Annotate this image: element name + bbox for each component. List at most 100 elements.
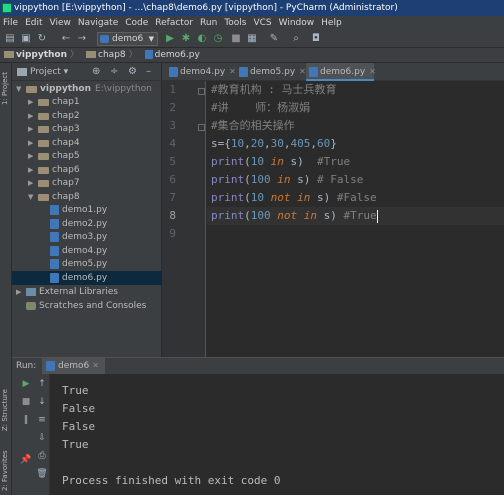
tree-folder-chap8[interactable]: ▼ chap8 — [12, 190, 162, 204]
save-icon[interactable]: ▣ — [20, 33, 32, 45]
debug-icon[interactable]: ✱ — [180, 33, 192, 45]
run-config-dropdown[interactable]: demo6 ▼ — [97, 32, 158, 46]
code-line-3: #集合的相关操作 — [211, 119, 295, 132]
tab-demo6[interactable]: demo6.py ✕ — [306, 63, 376, 81]
tree-folder-label: chap4 — [52, 138, 80, 148]
tree-file-demo6[interactable]: demo6.py — [12, 271, 162, 285]
console-output[interactable]: True False False True Process finished w… — [50, 374, 504, 495]
tree-folder-chap2[interactable]: ▶ chap2 — [12, 109, 162, 123]
line-number: 4 — [169, 137, 176, 150]
sync-icon[interactable]: ↻ — [36, 33, 48, 45]
tree-scratches[interactable]: Scratches and Consoles — [12, 299, 162, 313]
code-area[interactable]: #教育机构 : 马士兵教育 #讲 师：杨淑娟 #集合的相关操作 s={10,20… — [207, 81, 504, 357]
run-icon[interactable]: ▶ — [164, 33, 176, 45]
python-file-icon — [46, 361, 55, 371]
tree-root-path: E:\vippython — [95, 84, 152, 94]
favorites-tool-button[interactable]: 2: Favorites — [1, 450, 9, 491]
pause-icon[interactable]: ‖ — [20, 414, 32, 426]
close-icon[interactable]: ✕ — [295, 67, 306, 76]
run-tab-label: demo6 — [58, 361, 90, 371]
project-panel-title[interactable]: Project ▾ — [30, 63, 68, 81]
locate-icon[interactable]: ⊕ — [92, 63, 100, 81]
line-number: 7 — [169, 191, 176, 204]
code-line-6: print(100 in s) # False — [211, 173, 364, 186]
menu-code[interactable]: Code — [122, 16, 152, 30]
chevron-down-icon: ▼ — [148, 35, 154, 43]
menu-file[interactable]: File — [0, 16, 22, 30]
chevron-right-icon: ▶ — [16, 288, 22, 296]
delete-icon[interactable]: 🗑 — [36, 468, 48, 480]
tree-root[interactable]: ▼ vippython E:\vippython — [12, 82, 162, 96]
tree-folder-chap3[interactable]: ▶ chap3 — [12, 122, 162, 136]
fold-marker-icon[interactable] — [198, 88, 205, 95]
scroll-to-end-icon[interactable]: ⇩ — [36, 432, 48, 444]
plugin-icon[interactable]: ◘ — [310, 33, 322, 45]
menu-navigate[interactable]: Navigate — [75, 16, 122, 30]
forward-icon[interactable]: → — [76, 33, 88, 45]
hide-icon[interactable]: – — [146, 63, 151, 81]
close-icon[interactable]: ✕ — [89, 361, 99, 370]
breadcrumb-file[interactable]: demo6.py — [155, 50, 200, 60]
menu-vcs[interactable]: VCS — [250, 16, 275, 30]
tree-file-demo4[interactable]: demo4.py — [12, 244, 162, 258]
open-icon[interactable]: ▤ — [4, 33, 16, 45]
chevron-right-icon: ▶ — [28, 152, 34, 160]
structure-tool-button[interactable]: Z: Structure — [1, 389, 9, 431]
close-icon[interactable]: ✕ — [365, 67, 376, 76]
stop-icon[interactable]: ■ — [20, 396, 32, 408]
tree-folder-label: chap7 — [52, 178, 80, 188]
rerun-icon[interactable]: ▶ — [20, 378, 32, 390]
tree-external-libraries[interactable]: ▶ External Libraries — [12, 285, 162, 299]
text-caret — [376, 209, 378, 223]
python-file-icon — [309, 67, 318, 77]
build-icon[interactable]: ▦ — [246, 33, 258, 45]
print-icon[interactable]: ⎙ — [36, 450, 48, 462]
tree-folder-chap7[interactable]: ▶ chap7 — [12, 176, 162, 190]
tab-demo5[interactable]: demo5.py ✕ — [236, 63, 306, 81]
close-icon[interactable]: ✕ — [225, 67, 236, 76]
tree-file-label: demo1.py — [62, 205, 108, 215]
menu-window[interactable]: Window — [276, 16, 319, 30]
menu-run[interactable]: Run — [197, 16, 221, 30]
tab-label: demo5.py — [250, 67, 296, 77]
tree-file-demo1[interactable]: demo1.py — [12, 203, 162, 217]
line-number: 9 — [169, 227, 176, 240]
search-icon[interactable]: ⌕ — [290, 33, 302, 45]
scroll-down-icon[interactable]: ↓ — [36, 396, 48, 408]
tree-file-demo5[interactable]: demo5.py — [12, 257, 162, 271]
tree-file-demo2[interactable]: demo2.py — [12, 217, 162, 231]
tree-file-demo3[interactable]: demo3.py — [12, 230, 162, 244]
gear-icon[interactable]: ⚙ — [128, 63, 137, 81]
window-title: vippython [E:\vippython] - ...\chap8\dem… — [14, 3, 398, 13]
tree-folder-chap5[interactable]: ▶ chap5 — [12, 149, 162, 163]
stop-icon[interactable]: ■ — [230, 33, 242, 45]
menu-view[interactable]: View — [47, 16, 75, 30]
fold-marker-icon[interactable] — [198, 124, 205, 131]
profile-icon[interactable]: ◷ — [212, 33, 224, 45]
tab-label: demo4.py — [180, 67, 226, 77]
tree-folder-chap4[interactable]: ▶ chap4 — [12, 136, 162, 150]
run-tab-demo6[interactable]: demo6 ✕ — [42, 358, 105, 374]
collapse-icon[interactable]: ÷ — [110, 63, 118, 81]
menu-tools[interactable]: Tools — [221, 16, 250, 30]
tab-demo4[interactable]: demo4.py ✕ — [166, 63, 236, 81]
settings-icon[interactable]: ✎ — [268, 33, 280, 45]
back-icon[interactable]: ← — [60, 33, 72, 45]
tree-folder-chap6[interactable]: ▶ chap6 — [12, 163, 162, 177]
console-line: True — [62, 438, 89, 451]
pin-icon[interactable]: 📌 — [20, 454, 32, 466]
project-tool-button[interactable]: 1: Project — [1, 72, 9, 105]
tree-folder-chap1[interactable]: ▶ chap1 — [12, 95, 162, 109]
coverage-icon[interactable]: ◐ — [196, 33, 208, 45]
line-number: 5 — [169, 155, 176, 168]
menu-edit[interactable]: Edit — [22, 16, 46, 30]
breadcrumb-chap8[interactable]: chap8 — [98, 50, 126, 60]
tree-folder-label: chap2 — [52, 111, 80, 121]
soft-wrap-icon[interactable]: ≡ — [36, 414, 48, 426]
menu-refactor[interactable]: Refactor — [152, 16, 197, 30]
folder-icon — [26, 86, 37, 93]
menu-help[interactable]: Help — [318, 16, 346, 30]
scratches-icon — [26, 302, 36, 310]
breadcrumb-root[interactable]: vippython — [16, 50, 67, 60]
scroll-up-icon[interactable]: ↑ — [36, 378, 48, 390]
